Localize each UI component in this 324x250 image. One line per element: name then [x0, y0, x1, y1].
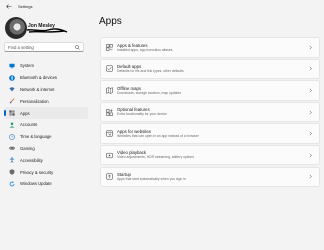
sidebar-item-label: Accounts: [20, 122, 38, 128]
sidebar-item-label: System: [20, 63, 34, 69]
sidebar-item-label: Bluetooth & devices: [20, 75, 58, 81]
chevron-right-icon: [309, 66, 312, 71]
sidebar-item-apps[interactable]: Apps: [4, 107, 88, 119]
user-profile[interactable]: Jon Mesley: [4, 16, 92, 44]
sidebar-nav: System Bluetooth & devices Network & int…: [4, 60, 88, 190]
sidebar-item-label: Time & language: [20, 134, 52, 140]
search-box[interactable]: Find a setting: [4, 42, 84, 52]
paintbrush-icon: [9, 98, 15, 104]
sidebar-item-label: Personalization: [20, 98, 49, 104]
card-startup[interactable]: Startup Apps that start automatically wh…: [100, 166, 320, 188]
sidebar-item-accessibility[interactable]: Accessibility: [4, 154, 88, 166]
sidebar-item-personalization[interactable]: Personalization: [4, 95, 88, 107]
sidebar-item-label: Privacy & security: [20, 169, 54, 175]
card-subtitle: Defaults for file and link types, other …: [117, 69, 184, 74]
sidebar: Jon Mesley Find a setting System Bluetoo…: [0, 13, 92, 250]
avatar: [5, 17, 27, 39]
card-subtitle: Websites that can open in an app instead…: [117, 133, 199, 138]
apps-icon: [9, 110, 15, 116]
card-subtitle: Video adjustments, HDR streaming, batter…: [117, 155, 195, 160]
monitor-icon: [9, 63, 15, 69]
accessibility-icon: [9, 157, 15, 164]
card-offline-maps[interactable]: Offline maps Downloads, storage location…: [100, 80, 320, 101]
sidebar-item-time-language[interactable]: Time & language: [4, 131, 88, 143]
sidebar-item-network[interactable]: Network & internet: [4, 84, 88, 96]
redaction-scribble: [26, 28, 68, 33]
back-arrow-icon[interactable]: [4, 2, 14, 12]
default-apps-icon: [106, 65, 113, 72]
sidebar-item-windows-update[interactable]: Windows Update: [4, 178, 88, 190]
card-video-playback[interactable]: Video playback Video adjustments, HDR st…: [100, 144, 320, 166]
sidebar-item-label: Network & internet: [20, 86, 55, 92]
startup-icon: [106, 173, 113, 180]
sidebar-item-gaming[interactable]: Gaming: [4, 143, 88, 155]
apps-features-icon: [106, 44, 113, 51]
gamepad-icon: [9, 145, 15, 151]
chevron-right-icon: [309, 153, 312, 158]
settings-card-list: Apps & features Installed apps, app exec…: [100, 37, 320, 188]
chevron-right-icon: [309, 110, 312, 114]
title-bar: Settings: [0, 0, 324, 13]
card-apps-features[interactable]: Apps & features Installed apps, app exec…: [100, 37, 320, 58]
apps-websites-icon: [106, 130, 113, 137]
sidebar-item-label: Gaming: [20, 145, 35, 151]
sidebar-item-accounts[interactable]: Accounts: [4, 119, 88, 131]
search-icon[interactable]: [75, 44, 80, 50]
shield-icon: [9, 169, 15, 175]
person-icon: [9, 122, 15, 128]
video-icon: [106, 152, 113, 159]
card-optional-features[interactable]: Optional features Extra functionality fo…: [100, 101, 320, 123]
bluetooth-icon: [9, 74, 15, 81]
card-subtitle: Apps that start automatically when you s…: [117, 177, 186, 182]
chevron-right-icon: [309, 88, 312, 93]
main-content: Apps Apps & features Installed apps, app…: [98, 13, 324, 250]
optional-features-icon: [106, 108, 113, 116]
sidebar-item-privacy-security[interactable]: Privacy & security: [4, 166, 88, 178]
chevron-right-icon: [309, 131, 312, 136]
card-subtitle: Installed apps, app execution aliases: [117, 47, 173, 52]
wifi-icon: [9, 86, 15, 92]
sidebar-item-label: Accessibility: [20, 157, 43, 163]
chevron-right-icon: [309, 174, 312, 179]
sidebar-item-bluetooth[interactable]: Bluetooth & devices: [4, 72, 88, 84]
card-default-apps[interactable]: Default apps Defaults for file and link …: [100, 58, 320, 80]
sidebar-item-system[interactable]: System: [4, 60, 88, 72]
chevron-right-icon: [309, 45, 312, 50]
page-title: Apps: [99, 16, 122, 27]
card-subtitle: Extra functionality for your device: [117, 112, 167, 117]
window-title: Settings: [18, 4, 33, 9]
sidebar-item-label: Windows Update: [20, 181, 52, 187]
map-icon: [106, 87, 113, 94]
search-input[interactable]: Find a setting: [8, 45, 75, 50]
card-apps-for-websites[interactable]: Apps for websites Websites that can open…: [100, 123, 320, 144]
update-icon: [9, 181, 15, 187]
globe-clock-icon: [9, 133, 15, 140]
card-subtitle: Downloads, storage location, map updates: [117, 90, 182, 95]
sidebar-item-label: Apps: [20, 110, 30, 116]
